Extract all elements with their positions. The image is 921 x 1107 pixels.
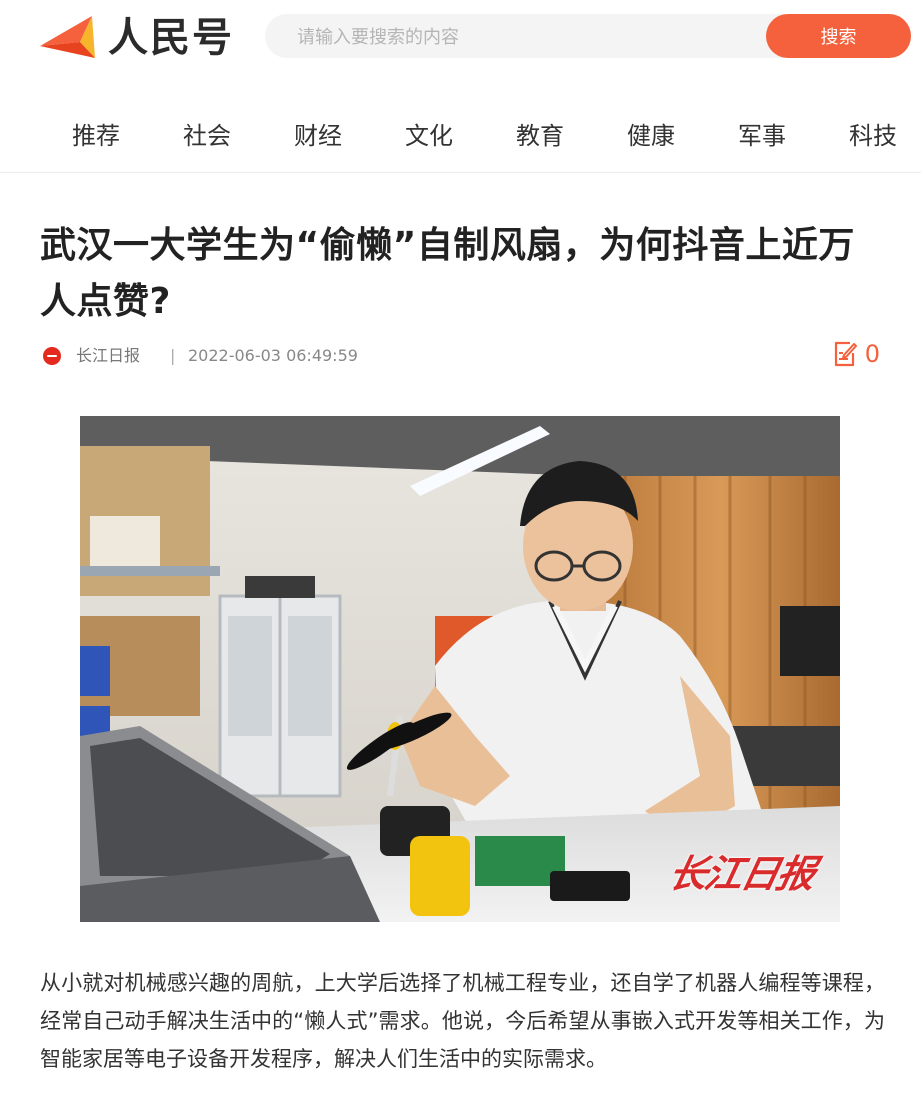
comment-count: 0 xyxy=(864,340,880,368)
nav-item-education[interactable]: 教育 xyxy=(516,118,564,154)
comment-button[interactable]: 0 xyxy=(833,338,880,370)
category-nav: 推荐 社会 财经 文化 教育 健康 军事 科技 xyxy=(0,100,921,173)
source-logo-icon xyxy=(43,347,61,365)
article-paragraph: 从小就对机械感兴趣的周航，上大学后选择了机械工程专业，还自学了机器人编程等课程，… xyxy=(40,971,885,1071)
header: 人民号 搜索 xyxy=(0,0,921,80)
nav-item-society[interactable]: 社会 xyxy=(183,118,231,154)
logo-text: 人民号 xyxy=(108,15,234,61)
search-input[interactable] xyxy=(295,14,759,60)
article-photo: 长江日报 xyxy=(80,416,840,922)
search-box: 搜索 xyxy=(265,14,911,60)
nav-item-finance[interactable]: 财经 xyxy=(294,118,342,154)
meta-divider: | xyxy=(170,346,176,365)
article-title: 武汉一大学生为“偷懒”自制风扇，为何抖音上近万人点赞? xyxy=(40,225,855,322)
nav-item-health[interactable]: 健康 xyxy=(627,118,675,154)
search-button[interactable]: 搜索 xyxy=(766,14,911,58)
article-meta: 长江日报 | 2022-06-03 06:49:59 0 xyxy=(40,340,880,372)
source-name[interactable]: 长江日报 xyxy=(76,344,140,368)
nav-item-recommend[interactable]: 推荐 xyxy=(72,118,120,154)
renminhao-logo-icon xyxy=(40,16,95,58)
photo-watermark: 长江日报 xyxy=(664,851,819,896)
nav-item-tech[interactable]: 科技 xyxy=(849,118,897,154)
nav-item-military[interactable]: 军事 xyxy=(738,118,786,154)
nav-item-culture[interactable]: 文化 xyxy=(405,118,453,154)
publish-date: 2022-06-03 06:49:59 xyxy=(188,346,358,365)
site-logo[interactable]: 人民号 xyxy=(40,12,250,64)
comment-edit-icon xyxy=(834,341,857,367)
